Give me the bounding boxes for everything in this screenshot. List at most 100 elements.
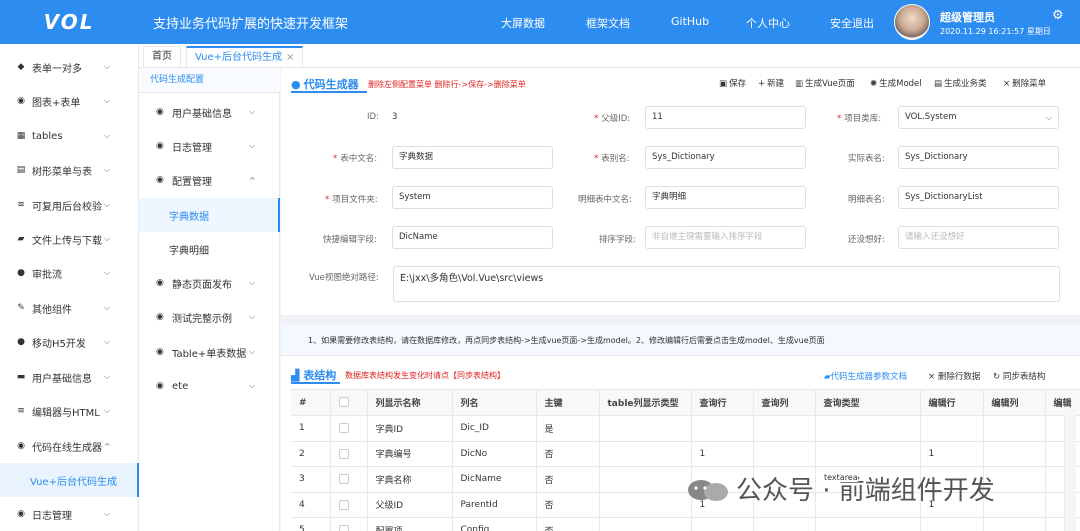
cell-primary-key[interactable]: 否 [536,466,600,493]
cell-display-type[interactable] [599,415,692,442]
cell-edit-row[interactable] [920,517,984,531]
sync-structure-button[interactable]: ↻ 同步表结构 [993,370,1045,382]
sidebar-item-components[interactable]: ✎ 其他组件 ⌵ [0,291,139,325]
sidebar-item-approval[interactable]: ● 审批流 ⌵ [0,256,139,290]
detail-cn-input[interactable]: 字典明细 [645,186,806,209]
config-item-table-single[interactable]: ◉ Table+单表数据 ⌵ [139,335,280,369]
cell-select[interactable] [330,492,368,518]
detail-table-input[interactable]: Sys_DictionaryList [898,186,1059,209]
generate-service-button[interactable]: ▤ 生成业务类 [934,77,987,89]
cell-display-name[interactable]: 配置项 [367,517,453,531]
cell-select[interactable] [330,415,368,442]
vue-path-textarea[interactable]: E:\jxx\多角色\Vol.Vue\src\views [393,266,1060,302]
cell-display-name[interactable]: 字典ID [367,415,453,442]
cell-query-col[interactable] [753,441,816,467]
generate-vue-button[interactable]: ▥ 生成Vue页面 [795,77,855,89]
hobby-input[interactable]: 请输入还没想好 [898,226,1059,249]
cell-display-name[interactable]: 父级ID [367,492,453,518]
cell-edit-row[interactable] [920,415,984,442]
cell-display-name[interactable]: 字典名称 [367,466,453,493]
row-checkbox[interactable] [338,474,349,484]
sidebar-item-tree[interactable]: ▤ 树形菜单与表 ⌵ [0,153,139,187]
cell-select[interactable] [330,441,368,467]
config-item-dictionary[interactable]: 字典数据 [139,198,280,232]
generate-model-button[interactable]: ✺ 生成Model [870,77,922,89]
sidebar-item-tables[interactable]: ▦ tables ⌵ [0,119,139,153]
cell-query-row[interactable]: 1 [691,441,754,467]
select-all-checkbox[interactable] [338,397,349,408]
sidebar-item-logs[interactable]: ◉ 日志管理 ⌵ [0,497,139,531]
row-checkbox[interactable] [338,448,349,459]
cell-primary-key[interactable]: 否 [536,441,600,467]
col-header-edit[interactable]: 编辑 [1045,390,1080,416]
avatar[interactable] [894,4,930,40]
cell-query-row[interactable] [691,517,754,531]
save-button[interactable]: ▣ 保存 [719,77,746,89]
col-header-query-type[interactable]: 查询类型 [815,390,921,416]
real-table-input[interactable]: Sys_Dictionary [898,146,1059,169]
col-header-edit-row[interactable]: 编辑行 [920,390,984,416]
config-item-test-example[interactable]: ◉ 测试完整示例 ⌵ [139,300,280,334]
cell-query-row[interactable] [691,415,754,442]
sidebar-item-user-info[interactable]: ▬ 用户基础信息 ⌵ [0,360,139,394]
table-row[interactable]: 1 字典ID Dic_ID 是 [291,415,1080,442]
row-checkbox[interactable] [338,499,349,510]
col-header-select[interactable] [330,390,368,416]
project-folder-input[interactable]: System [392,186,553,209]
sidebar-item-one-to-many[interactable]: ◆ 表单一对多 ⌵ [0,50,139,84]
col-header-display-type[interactable]: table列显示类型 [599,390,692,416]
sidebar-item-upload[interactable]: ▰ 文件上传与下载 ⌵ [0,222,139,256]
delete-menu-button[interactable]: × 删除菜单 [1003,77,1046,89]
sidebar-item-codegen[interactable]: ◉ 代码在线生成器 ^ [0,429,139,463]
cell-edit-col[interactable] [983,441,1046,467]
table-alias-input[interactable]: Sys_Dictionary [645,146,806,169]
col-header-query-row[interactable]: 查询行 [691,390,754,416]
config-item-static-publish[interactable]: ◉ 静态页面发布 ⌵ [139,266,280,300]
row-checkbox[interactable] [338,423,349,433]
config-item-user-info[interactable]: ◉ 用户基础信息 ⌵ [139,95,280,129]
cell-select[interactable] [330,466,368,493]
cell-select[interactable] [330,517,368,531]
config-item-dictionary-detail[interactable]: 字典明细 [139,232,280,266]
cell-edit-col[interactable] [983,517,1046,531]
delete-row-button[interactable]: × 删除行数据 [928,370,980,382]
parent-id-input[interactable]: 11 [645,106,806,129]
cell-query-col[interactable] [753,415,816,442]
cell-display-name[interactable]: 字典编号 [367,441,453,467]
nav-github[interactable]: GitHub [671,15,709,28]
new-button[interactable]: + 新建 [758,77,784,89]
nav-bigscreen[interactable]: 大屏数据 [501,15,545,31]
sort-field-input[interactable]: 非自增主键需要输入排序字段 [645,226,806,249]
vertical-scrollbar[interactable] [1064,415,1076,531]
col-header-column-name[interactable]: 列名 [452,390,537,416]
cell-edit-col[interactable] [983,415,1046,442]
logo[interactable]: VOL [0,0,138,44]
cell-display-type[interactable] [599,492,692,518]
cell-column-name[interactable]: Config [452,517,537,531]
config-item-ete[interactable]: ◉ ete ⌵ [139,369,280,403]
sidebar-item-vue-codegen[interactable]: Vue+后台代码生成 [0,463,139,497]
gear-icon[interactable]: ⚙ [1052,8,1064,23]
cell-query-type[interactable] [815,415,921,442]
cell-primary-key[interactable]: 是 [536,415,600,442]
table-row[interactable]: 2 字典编号 DicNo 否 1 1 [291,441,1080,467]
cell-query-col[interactable] [753,517,816,531]
sidebar-item-chart-form[interactable]: ◉ 图表+表单 ⌵ [0,84,139,118]
cell-primary-key[interactable]: 否 [536,492,600,518]
table-row[interactable]: 5 配置项 Config 否 [291,517,1080,531]
config-item-logs[interactable]: ◉ 日志管理 ⌵ [139,129,280,163]
tab-home[interactable]: 首页 [143,46,181,67]
col-header-edit-col[interactable]: 编辑列 [983,390,1046,416]
quick-edit-input[interactable]: DicName [392,226,553,249]
config-item-config-mgmt[interactable]: ◉ 配置管理 ^ [139,163,280,197]
col-header-query-col[interactable]: 查询列 [753,390,816,416]
row-checkbox[interactable] [338,525,349,531]
param-doc-button[interactable]: ▰代码生成器参数文档 [824,370,907,382]
cell-display-type[interactable] [599,517,692,531]
tab-vue-codegen[interactable]: Vue+后台代码生成 × [186,46,304,67]
col-header-display-name[interactable]: 列显示名称 [367,390,453,416]
close-icon[interactable]: × [286,52,294,63]
cell-query-type[interactable] [815,441,921,467]
cell-column-name[interactable]: Dic_ID [452,415,537,442]
cell-primary-key[interactable]: 否 [536,517,600,531]
